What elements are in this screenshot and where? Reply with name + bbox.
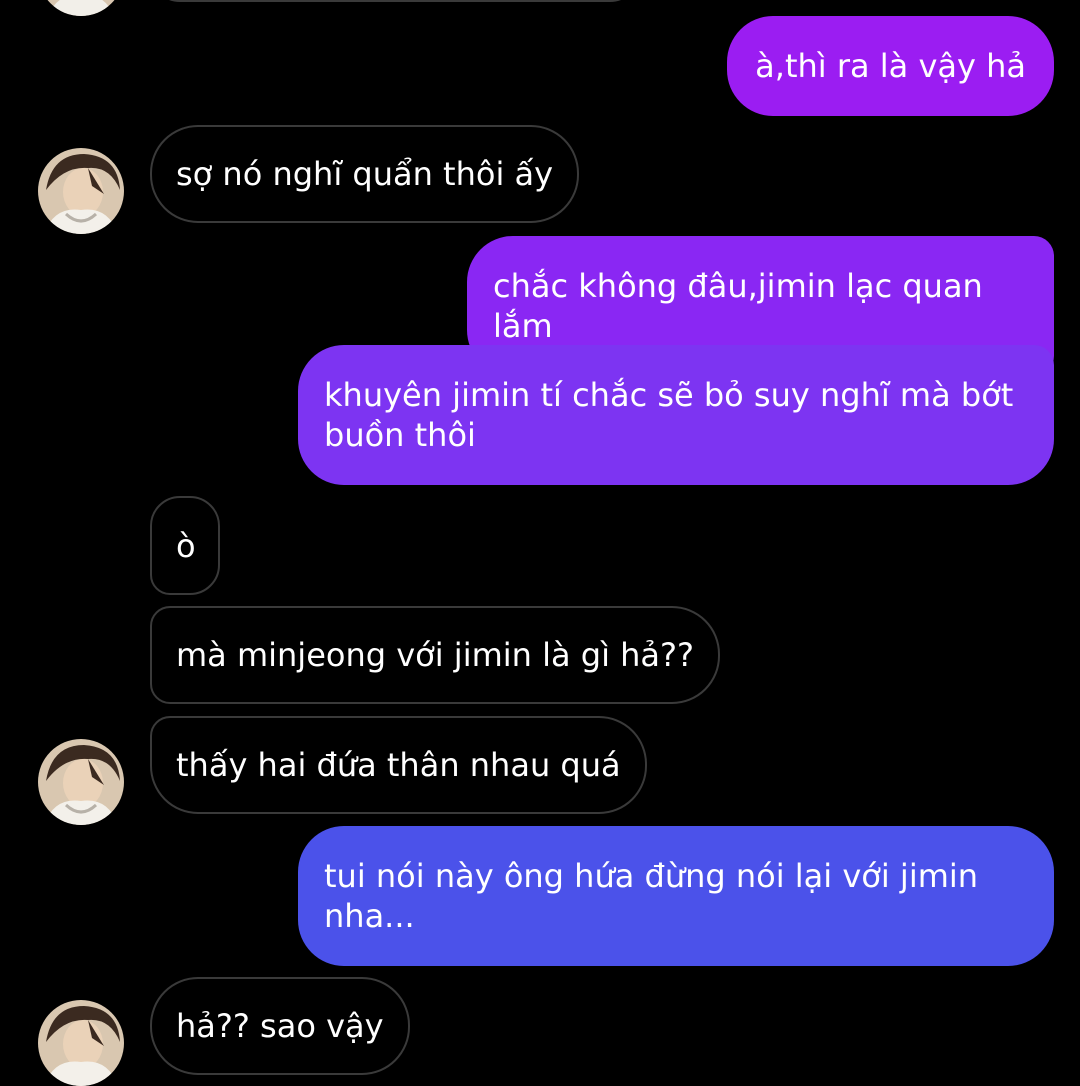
avatar[interactable] [38,739,124,825]
message-bubble-incoming[interactable]: hả?? sao vậy [150,977,410,1075]
message-bubble-incoming[interactable]: thấy hai đứa thân nhau quá [150,716,647,814]
avatar[interactable] [38,0,124,16]
message-text: chắc không đâu,jimin lạc quan lắm [493,267,983,345]
message-bubble-outgoing[interactable]: à,thì ra là vậy hả [727,16,1054,116]
avatar-photo-icon [38,148,124,234]
message-thread: à,thì ra là vậy hả sợ nó nghĩ quẩn thôi … [0,0,1080,1086]
message-text: hả?? sao vậy [176,1007,384,1045]
message-text: tui nói này ông hứa đừng nói lại với jim… [324,857,979,935]
avatar[interactable] [38,148,124,234]
message-text: ò [176,527,196,565]
message-bubble-outgoing[interactable]: tui nói này ông hứa đừng nói lại với jim… [298,826,1054,966]
previous-message-bubble[interactable] [150,0,640,2]
message-text: thấy hai đứa thân nhau quá [176,746,621,784]
avatar-photo-icon [38,739,124,825]
message-bubble-incoming[interactable]: sợ nó nghĩ quẩn thôi ấy [150,125,580,223]
message-text: à,thì ra là vậy hả [755,47,1026,85]
message-bubble-incoming[interactable]: mà minjeong với jimin là gì hả?? [150,606,720,704]
avatar-photo-icon [38,1000,124,1086]
message-text: khuyên jimin tí chắc sẽ bỏ suy nghĩ mà b… [324,376,1014,454]
message-bubble-outgoing[interactable]: khuyên jimin tí chắc sẽ bỏ suy nghĩ mà b… [298,345,1054,485]
message-bubble-incoming[interactable]: ò [150,496,220,595]
message-text: sợ nó nghĩ quẩn thôi ấy [176,155,554,193]
message-text: mà minjeong với jimin là gì hả?? [176,636,694,674]
avatar[interactable] [38,1000,124,1086]
avatar-photo-icon [38,0,124,16]
